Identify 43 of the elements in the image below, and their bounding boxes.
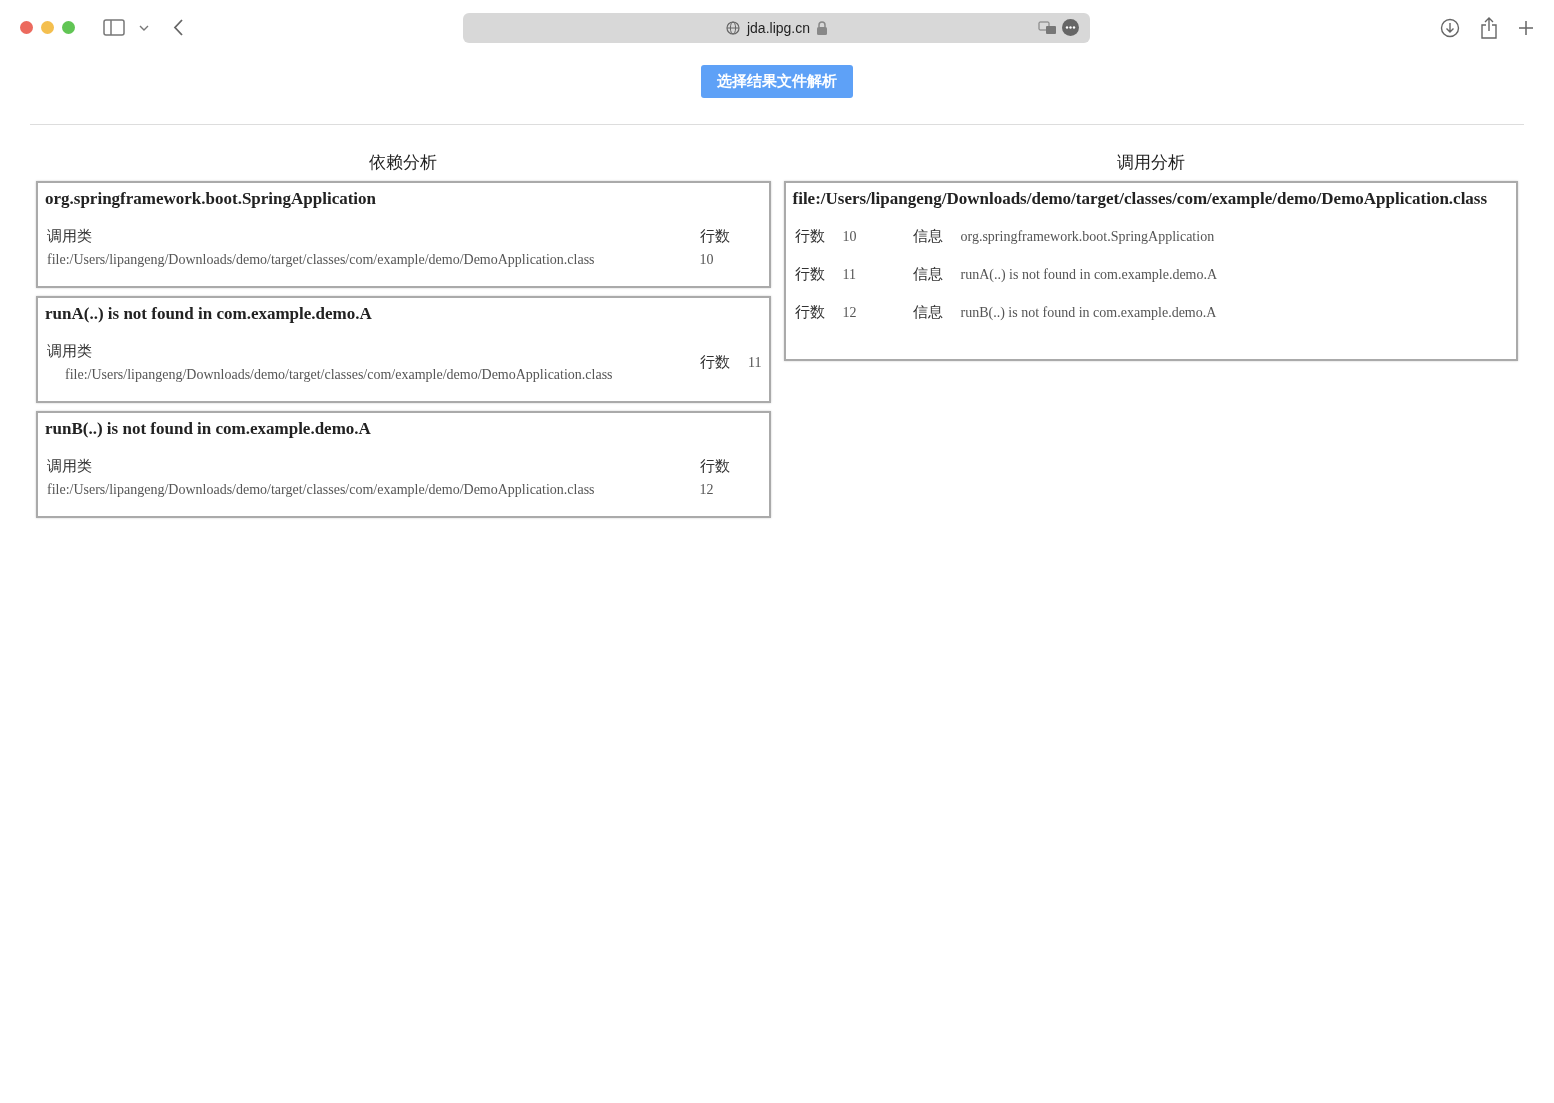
line-number: 10: [699, 252, 715, 268]
card-title: org.springframework.boot.SpringApplication: [45, 189, 378, 209]
info-text: runA(..) is not found in com.example.demo.A: [960, 266, 1218, 283]
download-icon[interactable]: [1440, 17, 1460, 38]
line-label: 行数: [794, 265, 826, 284]
line-number: 10: [842, 228, 858, 245]
line-number: 12: [842, 304, 858, 321]
line-label: 行数: [700, 353, 730, 372]
info-label: 信息: [912, 227, 944, 246]
caller-label: 调用类: [47, 457, 93, 476]
more-icon[interactable]: [1062, 19, 1079, 36]
line-number: 11: [842, 266, 857, 283]
back-icon[interactable]: [173, 19, 183, 36]
url-text: jda.lipg.cn: [746, 20, 810, 36]
card-title: file:/Users/lipangeng/Downloads/demo/target/classes/com/example/demo/DemoApplication.class: [792, 189, 1489, 209]
lock-icon: [817, 21, 827, 35]
card-title: runA(..) is not found in com.example.demo.A: [45, 304, 373, 324]
sidebar-icon[interactable]: [103, 19, 125, 36]
line-label: 行数: [699, 227, 731, 246]
plus-icon[interactable]: [1518, 19, 1534, 36]
info-label: 信息: [912, 303, 944, 322]
panel-heading: 依赖分析: [368, 151, 439, 174]
panel-heading: 调用分析: [1115, 151, 1186, 174]
caller-path: file:/Users/lipangeng/Downloads/demo/target/classes/com/example/demo/DemoApplication.class: [47, 482, 596, 498]
caller-label: 调用类: [47, 342, 93, 361]
globe-icon: [725, 21, 740, 35]
info-text: org.springframework.boot.SpringApplication: [960, 228, 1215, 245]
card-title: runB(..) is not found in com.example.demo.A: [45, 419, 372, 439]
line-number: 12: [699, 482, 715, 498]
info-label: 信息: [912, 265, 944, 284]
line-label: 行数: [699, 457, 731, 476]
line-label: 行数: [794, 227, 826, 246]
line-number: 11: [748, 354, 762, 371]
close-icon[interactable]: [20, 21, 33, 34]
chevron-down-icon[interactable]: [139, 24, 149, 31]
share-icon[interactable]: [1480, 16, 1498, 39]
caller-label: 调用类: [47, 227, 93, 246]
zoom-icon[interactable]: [62, 21, 75, 34]
caller-path: file:/Users/lipangeng/Downloads/demo/target/classes/com/example/demo/DemoApplication.class: [47, 252, 596, 268]
caller-path: file:/Users/lipangeng/Downloads/demo/target/classes/com/example/demo/DemoApplication.class: [65, 367, 614, 383]
address-bar[interactable]: jda.lipg.cn: [463, 13, 1090, 43]
info-text: runB(..) is not found in com.example.demo.A: [960, 304, 1217, 321]
line-label: 行数: [794, 303, 826, 322]
